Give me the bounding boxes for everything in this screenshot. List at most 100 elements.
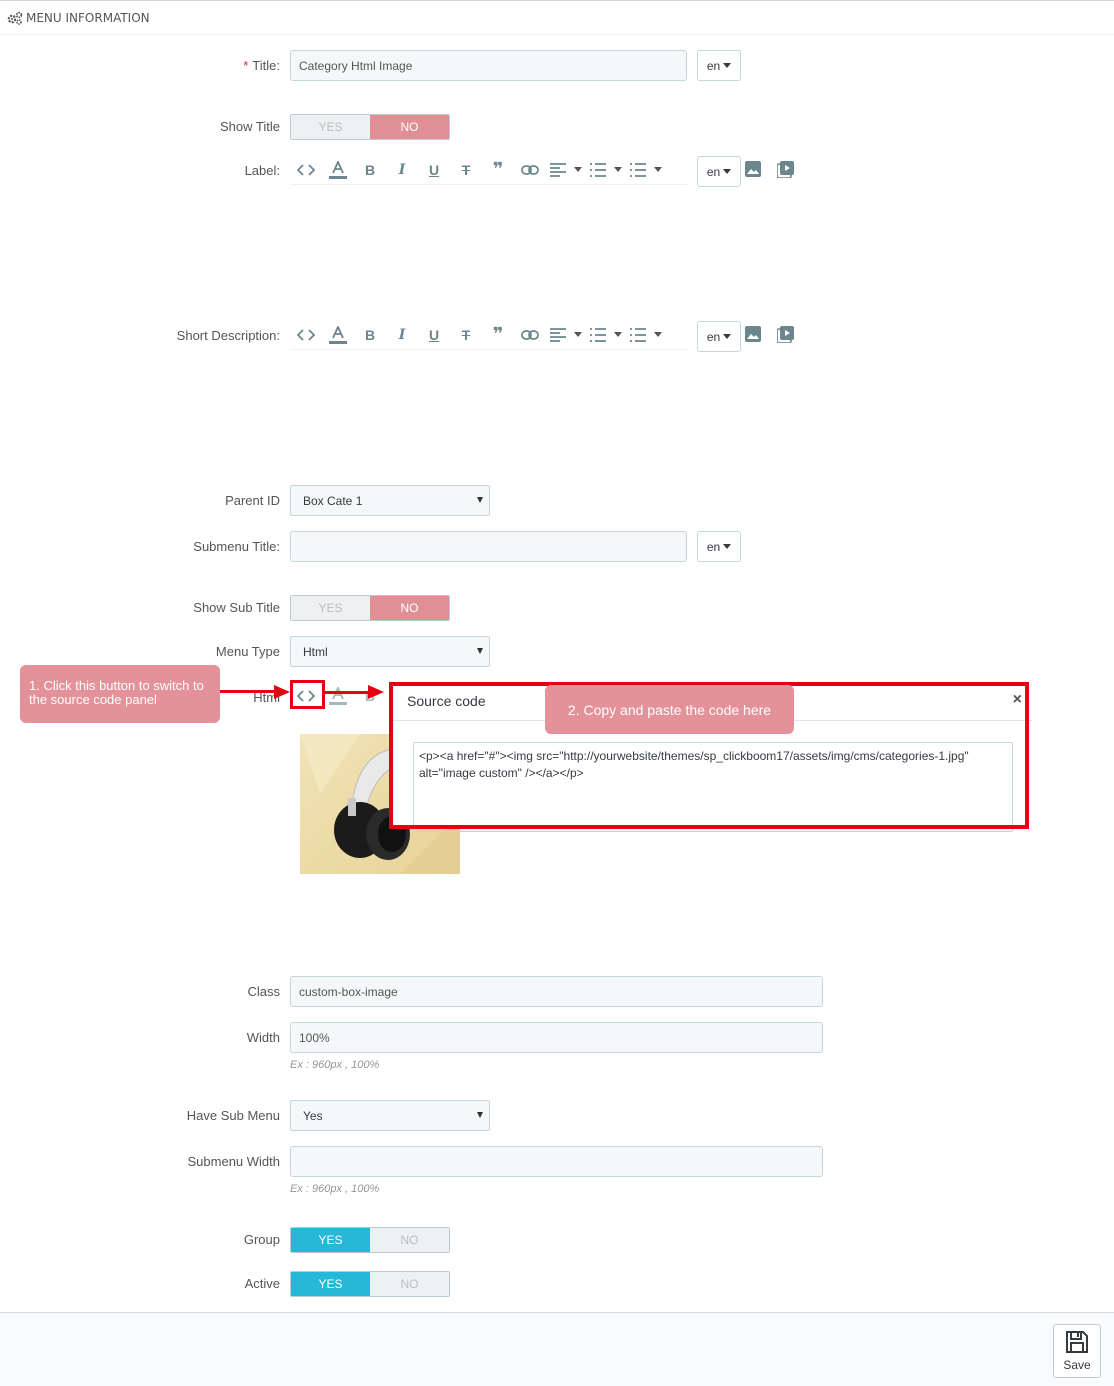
bullet-list-icon[interactable]: [586, 157, 610, 183]
show-sub-title-switch[interactable]: YES NO: [290, 595, 450, 621]
language-code: en: [706, 539, 721, 554]
image-icon[interactable]: [737, 156, 769, 182]
show-sub-title-yes[interactable]: YES: [291, 596, 370, 620]
numbered-list-icon[interactable]: [626, 322, 650, 348]
blockquote-icon[interactable]: ❞: [482, 322, 514, 348]
image-icon[interactable]: [737, 321, 769, 347]
video-icon[interactable]: [769, 321, 801, 347]
required-mark: *: [243, 58, 249, 73]
width-value: 100%: [299, 1030, 330, 1045]
class-input[interactable]: custom-box-image: [290, 976, 823, 1007]
have-sub-menu-select[interactable]: Yes: [290, 1100, 490, 1131]
select-arrow-icon: [477, 497, 483, 503]
bullet-list-dropdown-caret-icon[interactable]: [610, 322, 626, 348]
blockquote-icon[interactable]: ❞: [482, 157, 514, 183]
numbered-list-dropdown-caret-icon[interactable]: [650, 322, 666, 348]
video-icon[interactable]: [769, 156, 801, 182]
active-yes[interactable]: YES: [291, 1272, 370, 1296]
numbered-list-icon[interactable]: [626, 157, 650, 183]
align-icon[interactable]: [546, 157, 570, 183]
parent-id-select[interactable]: Box Cate 1: [290, 485, 490, 516]
show-title-label: Show Title: [220, 119, 280, 134]
title-language-dropdown[interactable]: en: [697, 50, 741, 81]
font-color-icon[interactable]: [322, 322, 354, 348]
step2-callout: 2. Copy and paste the code here: [545, 685, 794, 734]
align-icon[interactable]: [546, 322, 570, 348]
strikethrough-icon[interactable]: T: [450, 322, 482, 348]
link-icon[interactable]: [514, 322, 546, 348]
parent-id-value: Box Cate 1: [303, 493, 363, 508]
panel-footer: Save: [0, 1312, 1114, 1386]
menu-information-panel: MENU INFORMATION * Title: Category Html I…: [0, 0, 1114, 1386]
active-switch[interactable]: YES NO: [290, 1271, 450, 1297]
arrow-right-icon: [368, 685, 384, 699]
caret-down-icon: [723, 63, 732, 68]
code-view-icon[interactable]: [290, 322, 322, 348]
show-title-no[interactable]: NO: [370, 115, 449, 139]
label-label: Label:: [244, 163, 280, 178]
bullet-list-dropdown-caret-icon[interactable]: [610, 157, 626, 183]
italic-icon[interactable]: I: [386, 322, 418, 348]
italic-icon[interactable]: I: [386, 157, 418, 183]
title-label: * Title:: [243, 58, 280, 73]
step1-callout: 1. Click this button to switch to the so…: [20, 665, 220, 723]
underline-icon[interactable]: U: [418, 322, 450, 348]
have-sub-menu-label: Have Sub Menu: [186, 1108, 280, 1123]
align-dropdown-caret-icon[interactable]: [570, 322, 586, 348]
width-help-text: Ex : 960px , 100%: [290, 1059, 380, 1071]
submenu-title-language-dropdown[interactable]: en: [697, 531, 741, 562]
have-sub-menu-value: Yes: [303, 1108, 323, 1123]
align-dropdown-caret-icon[interactable]: [570, 157, 586, 183]
short-description-editor-toolbar: B I U T ❞: [290, 320, 687, 350]
submenu-title-input[interactable]: [290, 531, 687, 562]
numbered-list-dropdown-caret-icon[interactable]: [650, 157, 666, 183]
width-input[interactable]: 100%: [290, 1022, 823, 1053]
menu-type-value: Html: [303, 644, 328, 659]
caret-down-icon: [723, 169, 732, 174]
group-yes[interactable]: YES: [291, 1228, 370, 1252]
submenu-width-input[interactable]: [290, 1146, 823, 1177]
submenu-width-help-text: Ex : 960px , 100%: [290, 1183, 380, 1195]
active-no[interactable]: NO: [370, 1272, 449, 1296]
short-description-label: Short Description:: [176, 328, 280, 343]
strikethrough-icon[interactable]: T: [450, 157, 482, 183]
menu-type-select[interactable]: Html: [290, 636, 490, 667]
group-no[interactable]: NO: [370, 1228, 449, 1252]
font-color-icon[interactable]: [322, 683, 354, 709]
show-sub-title-label: Show Sub Title: [193, 600, 280, 615]
show-title-switch[interactable]: YES NO: [290, 114, 450, 140]
title-input[interactable]: Category Html Image: [290, 50, 687, 81]
bold-icon[interactable]: B: [354, 157, 386, 183]
caret-down-icon: [723, 334, 732, 339]
bold-icon[interactable]: B: [354, 322, 386, 348]
language-code: en: [706, 58, 721, 73]
arrow-right-icon: [274, 685, 290, 699]
submenu-title-label: Submenu Title:: [193, 539, 280, 554]
width-label: Width: [246, 1030, 280, 1045]
title-label-text: Title:: [252, 58, 280, 73]
submenu-width-label: Submenu Width: [187, 1154, 281, 1169]
caret-down-icon: [723, 544, 732, 549]
select-arrow-icon: [477, 1112, 483, 1118]
label-language-dropdown[interactable]: en: [697, 156, 741, 187]
link-icon[interactable]: [514, 157, 546, 183]
cogs-icon: [7, 11, 23, 25]
panel-title: MENU INFORMATION: [26, 10, 150, 25]
arrow-line: [325, 691, 370, 694]
show-title-yes[interactable]: YES: [291, 115, 370, 139]
parent-id-label: Parent ID: [225, 493, 280, 508]
group-label: Group: [243, 1232, 280, 1247]
show-sub-title-no[interactable]: NO: [370, 596, 449, 620]
font-color-icon[interactable]: [322, 157, 354, 183]
short-description-language-dropdown[interactable]: en: [697, 321, 741, 352]
save-button[interactable]: Save: [1053, 1324, 1101, 1378]
group-switch[interactable]: YES NO: [290, 1227, 450, 1253]
menu-type-label: Menu Type: [215, 644, 280, 659]
class-label: Class: [247, 984, 280, 999]
title-input-value: Category Html Image: [299, 58, 413, 73]
code-view-icon[interactable]: [290, 157, 322, 183]
active-label: Active: [244, 1276, 280, 1291]
save-icon: [1066, 1331, 1088, 1353]
bullet-list-icon[interactable]: [586, 322, 610, 348]
underline-icon[interactable]: U: [418, 157, 450, 183]
